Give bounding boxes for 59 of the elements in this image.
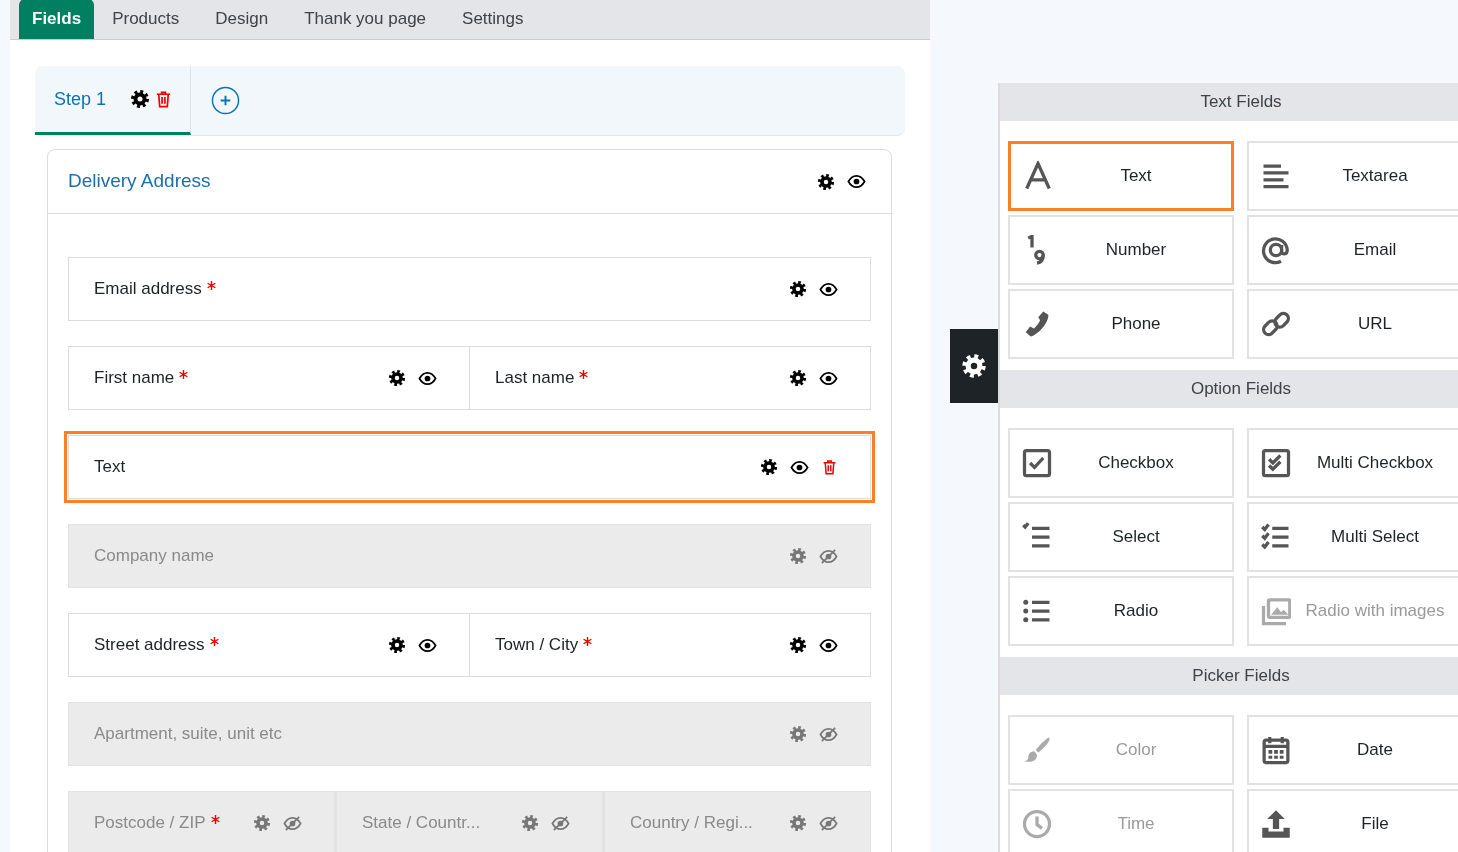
link-icon bbox=[1261, 309, 1291, 339]
field-type-item[interactable]: Multi Checkbox bbox=[1247, 428, 1458, 498]
form-field[interactable]: Email address bbox=[68, 257, 871, 321]
form-field[interactable]: Street address bbox=[68, 613, 470, 677]
field-type-item[interactable]: Number bbox=[1008, 215, 1234, 285]
nav-tab[interactable]: Products bbox=[94, 0, 198, 39]
clock-icon bbox=[1022, 809, 1052, 839]
field-type-item[interactable]: Date bbox=[1247, 715, 1458, 785]
step-label[interactable]: Step 1 bbox=[54, 85, 107, 113]
nav-tab[interactable]: Settings bbox=[444, 0, 542, 39]
add-step-icon[interactable] bbox=[211, 86, 240, 115]
images-icon bbox=[1261, 596, 1291, 626]
field-type-item[interactable]: URL bbox=[1247, 289, 1458, 359]
field-type-item[interactable]: Multi Select bbox=[1247, 502, 1458, 572]
nav-tab[interactable]: Design bbox=[197, 0, 287, 39]
settings-icon[interactable] bbox=[789, 369, 807, 387]
hidden-icon[interactable] bbox=[819, 724, 838, 744]
settings-icon[interactable] bbox=[388, 369, 406, 387]
hidden-icon[interactable] bbox=[283, 813, 302, 833]
nav-tab[interactable]: Fields bbox=[19, 0, 95, 39]
group-header: Option Fields bbox=[1000, 370, 1458, 408]
delete-icon[interactable] bbox=[821, 458, 838, 476]
checkbox-icon bbox=[1261, 448, 1291, 478]
field-type-item[interactable]: Checkbox bbox=[1008, 428, 1234, 498]
field-type-item[interactable]: Textarea bbox=[1247, 141, 1458, 211]
settings-icon bbox=[961, 353, 987, 379]
letter-a-icon bbox=[1023, 161, 1053, 191]
settings-icon[interactable] bbox=[789, 636, 807, 654]
field-type-item[interactable]: Select bbox=[1008, 502, 1234, 572]
field-type-item[interactable]: Email bbox=[1247, 215, 1458, 285]
lines-icon bbox=[1261, 161, 1291, 191]
settings-icon[interactable] bbox=[817, 172, 835, 191]
settings-icon[interactable] bbox=[760, 458, 778, 476]
hidden-icon[interactable] bbox=[551, 813, 570, 833]
at-sign-icon bbox=[1261, 235, 1291, 265]
form-field[interactable]: Last name bbox=[470, 346, 871, 410]
nav-tab[interactable]: Thank you page bbox=[286, 0, 445, 39]
group-header: Picker Fields bbox=[1000, 657, 1458, 695]
settings-icon[interactable] bbox=[789, 280, 807, 298]
step-tab[interactable]: Step 1 bbox=[35, 66, 191, 135]
checkbox-icon bbox=[1022, 448, 1052, 478]
form-field[interactable]: Text bbox=[68, 435, 871, 499]
field-type-item[interactable]: Phone bbox=[1008, 289, 1234, 359]
hidden-icon[interactable] bbox=[819, 546, 838, 566]
upload-icon bbox=[1261, 809, 1291, 839]
settings-toggle-button[interactable] bbox=[950, 329, 998, 403]
field-type-item[interactable]: Radio bbox=[1008, 576, 1234, 646]
settings-icon[interactable] bbox=[130, 89, 151, 109]
section-title: Delivery Address bbox=[68, 169, 211, 194]
group-header: Text Fields bbox=[1000, 83, 1458, 121]
visibility-icon[interactable] bbox=[847, 172, 866, 191]
hidden-icon[interactable] bbox=[819, 813, 838, 833]
field-type-item[interactable]: File bbox=[1247, 789, 1458, 852]
field-type-item[interactable]: Text bbox=[1008, 141, 1234, 211]
form-field[interactable]: First name bbox=[68, 346, 470, 410]
settings-icon[interactable] bbox=[388, 636, 406, 654]
calendar-icon bbox=[1261, 735, 1291, 765]
checklist-icon bbox=[1261, 522, 1291, 552]
form-field[interactable]: Town / City bbox=[470, 613, 871, 677]
